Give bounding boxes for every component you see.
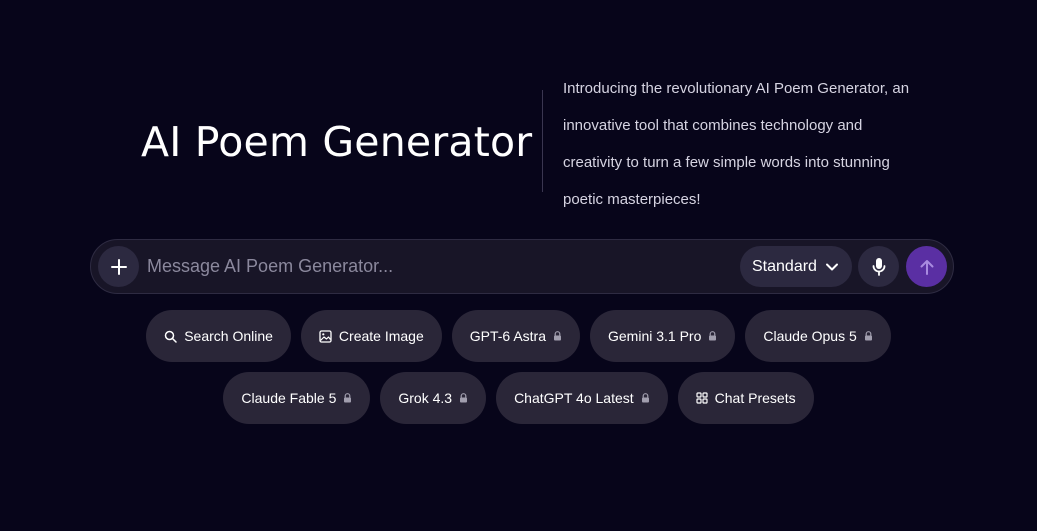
chip-label: Search Online xyxy=(184,328,273,344)
chip-label: GPT-6 Astra xyxy=(469,328,546,344)
intro-text: Introducing the revolutionary AI Poem Ge… xyxy=(563,80,910,208)
microphone-icon xyxy=(872,257,885,276)
message-composer: Standard xyxy=(90,239,954,294)
hero-section: AI Poem Generator Introducing the revolu… xyxy=(0,0,1037,230)
chip-label: ChatGPT 4o Latest xyxy=(514,390,634,406)
message-input[interactable] xyxy=(147,248,727,285)
page-title: AI Poem Generator xyxy=(141,118,533,166)
create-image-chip[interactable]: Create Image xyxy=(300,310,442,362)
lock-icon xyxy=(344,393,352,403)
lock-icon xyxy=(864,331,872,341)
quick-actions-row-2: Claude Fable 5 Grok 4.3 ChatGPT 4o Lates… xyxy=(0,372,1037,424)
hero-divider xyxy=(542,90,543,192)
chip-label: Chat Presets xyxy=(714,390,796,406)
chip-label: Claude Fable 5 xyxy=(241,390,337,406)
chip-label: Claude Opus 5 xyxy=(763,328,857,344)
arrow-up-icon xyxy=(920,259,933,275)
chat-presets-chip[interactable]: Chat Presets xyxy=(677,372,814,424)
chip-label: Gemini 3.1 Pro xyxy=(608,328,702,344)
model-chip-claude-opus-5[interactable]: Claude Opus 5 xyxy=(745,310,891,362)
lock-icon xyxy=(460,393,468,403)
quick-actions-row-1: Search Online Create Image GPT-6 Astra G… xyxy=(0,310,1037,362)
chevron-down-icon xyxy=(825,263,838,270)
send-button[interactable] xyxy=(906,246,947,287)
model-chip-claude-fable-5[interactable]: Claude Fable 5 xyxy=(223,372,371,424)
image-icon xyxy=(319,329,332,343)
search-icon xyxy=(164,330,177,343)
mode-select[interactable]: Standard xyxy=(740,246,852,287)
plus-icon xyxy=(110,258,127,275)
lock-icon xyxy=(709,331,717,341)
model-chip-grok-4-3[interactable]: Grok 4.3 xyxy=(380,372,487,424)
add-attachment-button[interactable] xyxy=(98,246,139,287)
lock-icon xyxy=(554,331,561,341)
search-online-chip[interactable]: Search Online xyxy=(146,310,291,362)
grid-icon xyxy=(696,392,708,404)
model-chip-gpt-6-astra[interactable]: GPT-6 Astra xyxy=(451,310,580,362)
mode-select-label: Standard xyxy=(752,257,817,275)
lock-icon xyxy=(641,393,649,403)
chip-label: Create Image xyxy=(338,328,424,344)
model-chip-gemini-3-1-pro[interactable]: Gemini 3.1 Pro xyxy=(590,310,736,362)
model-chip-chatgpt-4o-latest[interactable]: ChatGPT 4o Latest xyxy=(496,372,668,424)
voice-input-button[interactable] xyxy=(858,246,899,287)
chip-label: Grok 4.3 xyxy=(398,390,453,406)
